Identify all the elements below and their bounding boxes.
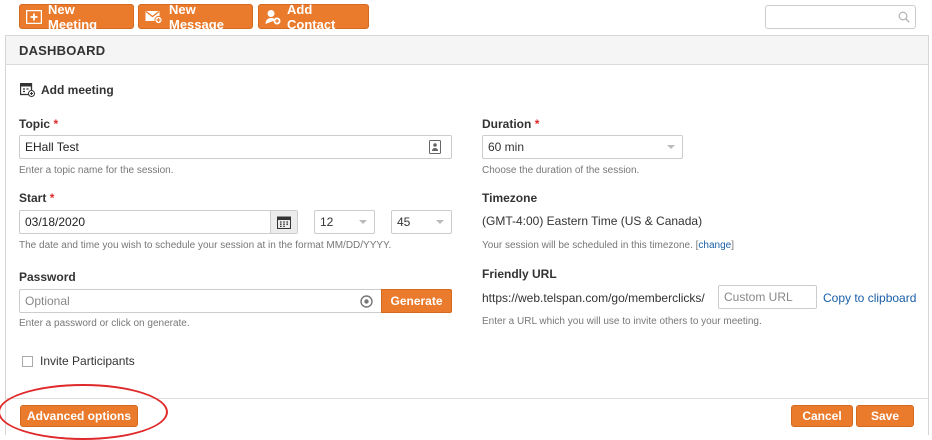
- timezone-value: (GMT-4:00) Eastern Time (US & Canada): [482, 214, 703, 228]
- topic-field[interactable]: [19, 135, 452, 159]
- start-hour-select[interactable]: 12: [314, 210, 375, 234]
- add-contact-button[interactable]: Add Contact: [258, 1, 369, 32]
- custom-url-field[interactable]: [718, 285, 817, 309]
- top-search-box[interactable]: [765, 5, 916, 29]
- calendar-plus-icon: [26, 9, 42, 24]
- add-user-icon: [265, 9, 281, 24]
- invite-participants-label: Invite Participants: [40, 354, 135, 368]
- topic-label-text: Topic: [19, 117, 51, 131]
- friendly-url-label: Friendly URL: [482, 267, 557, 281]
- timezone-label: Timezone: [482, 191, 538, 205]
- search-icon[interactable]: [898, 11, 910, 23]
- calendar-button[interactable]: [270, 211, 297, 233]
- timezone-help-text: Your session will be scheduled in this t…: [482, 240, 699, 251]
- page-title: DASHBOARD: [19, 43, 106, 58]
- copy-to-clipboard-link[interactable]: Copy to clipboard: [823, 291, 916, 305]
- top-toolbar: New Meeting New Message Add Contact: [0, 0, 932, 34]
- contact-card-icon[interactable]: [429, 140, 441, 154]
- topic-input[interactable]: [20, 137, 451, 157]
- add-contact-label: Add Contact: [287, 1, 336, 32]
- duration-select[interactable]: 60 min: [482, 135, 683, 159]
- panel-header: DASHBOARD: [6, 36, 928, 65]
- friendly-url-help: Enter a URL which you will use to invite…: [482, 316, 762, 327]
- password-label: Password: [19, 270, 76, 284]
- chevron-down-icon: [359, 220, 367, 224]
- invite-participants-checkbox[interactable]: [22, 356, 33, 367]
- start-minute-value: 45: [397, 215, 411, 229]
- duration-label-text: Duration: [482, 117, 532, 131]
- start-hour-value: 12: [320, 215, 334, 229]
- duration-help: Choose the duration of the session.: [482, 165, 640, 176]
- new-meeting-label: New Meeting: [48, 1, 98, 32]
- timezone-help: Your session will be scheduled in this t…: [482, 240, 734, 251]
- start-date-input[interactable]: [20, 212, 270, 232]
- chevron-down-icon: [436, 220, 444, 224]
- chevron-down-icon: [667, 145, 675, 149]
- generate-button[interactable]: Generate: [381, 289, 452, 313]
- advanced-options-button[interactable]: Advanced options: [20, 405, 138, 427]
- envelope-icon: [145, 10, 163, 24]
- topic-help: Enter a topic name for the session.: [19, 165, 174, 176]
- change-timezone-link[interactable]: change: [698, 240, 731, 251]
- custom-url-input[interactable]: [719, 287, 816, 307]
- password-input[interactable]: [20, 291, 350, 311]
- new-message-button[interactable]: New Message: [138, 1, 253, 32]
- duration-label: Duration *: [482, 117, 539, 131]
- timezone-help-suffix: ]: [731, 240, 735, 251]
- add-meeting-icon: [20, 83, 35, 97]
- duration-value: 60 min: [488, 140, 525, 154]
- password-field[interactable]: [19, 289, 382, 313]
- start-date-field[interactable]: [19, 210, 298, 234]
- new-meeting-button[interactable]: New Meeting: [19, 1, 134, 32]
- friendly-url-prefix: https://web.telspan.com/go/memberclicks/: [482, 291, 705, 305]
- refresh-icon[interactable]: [360, 295, 373, 308]
- add-meeting-label: Add meeting: [41, 83, 114, 97]
- search-input[interactable]: [770, 7, 890, 27]
- dashboard-panel: DASHBOARD Add meeting Topic * Enter a to…: [5, 35, 929, 435]
- cancel-button[interactable]: Cancel: [791, 405, 853, 427]
- required-mark: *: [49, 191, 55, 205]
- required-mark: *: [534, 117, 540, 131]
- required-mark: *: [53, 117, 59, 131]
- new-message-label: New Message: [169, 1, 224, 32]
- password-help: Enter a password or click on generate.: [19, 318, 190, 329]
- start-help: The date and time you wish to schedule y…: [19, 240, 392, 251]
- footer-divider: [6, 398, 928, 399]
- start-label: Start *: [19, 191, 54, 205]
- start-minute-select[interactable]: 45: [391, 210, 452, 234]
- save-button[interactable]: Save: [856, 405, 914, 427]
- calendar-icon: [277, 216, 291, 229]
- add-meeting-heading: Add meeting: [20, 83, 114, 97]
- start-label-text: Start: [19, 191, 47, 205]
- topic-label: Topic *: [19, 117, 58, 131]
